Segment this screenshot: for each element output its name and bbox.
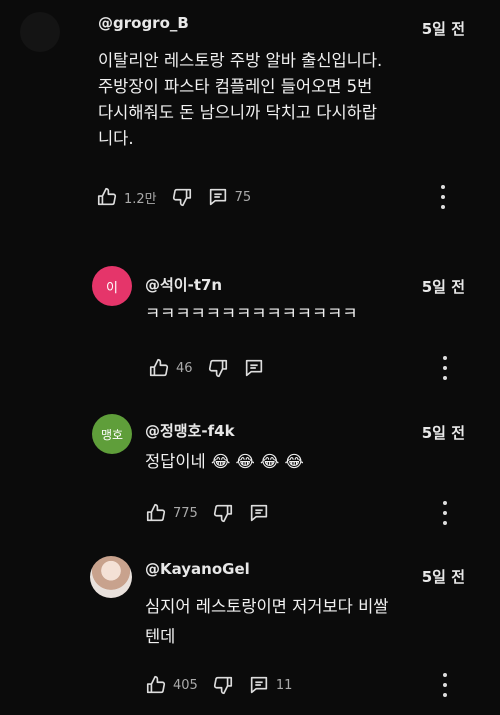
reply-icon — [245, 359, 262, 377]
thumbs-down-icon — [213, 504, 232, 523]
reply-icon — [209, 188, 226, 206]
thumbs-up-icon — [97, 187, 117, 206]
comment-time: 5일 전 — [421, 20, 465, 38]
like-count: 46 — [176, 360, 193, 376]
like-count: 775 — [173, 505, 198, 521]
comment-text: 심지어 레스토랑이면 저거보다 비쌀 텐데 — [145, 597, 389, 646]
like-button[interactable]: 775 — [145, 502, 198, 524]
thumbs-up-icon — [149, 358, 169, 377]
avatar-initials: 맹호 — [100, 427, 124, 442]
thumbs-down-icon — [172, 188, 191, 207]
comment-actions: 405 11 — [145, 671, 306, 699]
more-options-icon[interactable] — [442, 356, 448, 380]
dislike-button[interactable] — [212, 674, 234, 696]
comment-time: 5일 전 — [421, 424, 465, 442]
avatar[interactable]: 맹호 — [92, 414, 132, 454]
avatar[interactable]: 이 — [92, 266, 132, 306]
reply-button[interactable] — [248, 502, 270, 524]
reply-count: 75 — [234, 189, 252, 205]
like-count: 1.2만 — [124, 191, 157, 207]
comment-author[interactable]: @정맹호-f4k — [145, 420, 235, 441]
comment-actions: 1.2만 75 — [96, 183, 265, 211]
reply-count: 11 — [275, 677, 293, 693]
comment-actions: 46 — [148, 354, 279, 382]
comment-4: @KayanoGel 5일 전 심지어 레스토랑이면 저거보다 비쌀 텐데 40… — [0, 550, 500, 715]
comment-time: 5일 전 — [421, 278, 465, 296]
comment-author[interactable]: @KayanoGel — [145, 560, 250, 578]
reply-button[interactable]: 75 — [207, 186, 252, 208]
reply-icon — [250, 676, 267, 694]
more-options-icon[interactable] — [440, 185, 446, 209]
dislike-button[interactable] — [207, 357, 229, 379]
like-count: 405 — [173, 677, 198, 693]
dislike-button[interactable] — [212, 502, 234, 524]
comment-time: 5일 전 — [421, 568, 465, 586]
comment-text: 이탈리안 레스토랑 주방 알바 출신입니다. 주방장이 파스타 컴플레인 들어오… — [98, 51, 383, 148]
thumbs-up-icon — [146, 675, 166, 694]
comment-author[interactable]: @석이-t7n — [145, 274, 222, 295]
more-options-icon[interactable] — [442, 673, 448, 697]
avatar[interactable] — [20, 12, 60, 52]
reply-icon — [250, 504, 267, 522]
comment-2: 이 @석이-t7n 5일 전 ㅋㅋㅋㅋㅋㅋㅋㅋㅋㅋㅋㅋㅋㅋ 46 — [0, 258, 500, 388]
like-button[interactable]: 405 — [145, 674, 198, 696]
comment-actions: 775 — [145, 499, 284, 527]
more-options-icon[interactable] — [442, 501, 448, 525]
avatar[interactable] — [90, 556, 132, 598]
reply-button[interactable] — [243, 357, 265, 379]
comment-1: @grogro_B 5일 전 이탈리안 레스토랑 주방 알바 출신입니다. 주방… — [0, 0, 500, 225]
comment-text: ㅋㅋㅋㅋㅋㅋㅋㅋㅋㅋㅋㅋㅋㅋ — [145, 304, 358, 323]
like-button[interactable]: 46 — [148, 357, 193, 379]
comment-author[interactable]: @grogro_B — [98, 14, 189, 32]
comment-text: 정답이네 😂 😂 😂 😂 — [145, 452, 304, 471]
thumbs-up-icon — [146, 503, 166, 522]
comment-3: 맹호 @정맹호-f4k 5일 전 정답이네 😂 😂 😂 😂 775 — [0, 404, 500, 539]
dislike-button[interactable] — [171, 186, 193, 208]
like-button[interactable]: 1.2만 — [96, 186, 157, 208]
thumbs-down-icon — [208, 359, 227, 378]
reply-button[interactable]: 11 — [248, 674, 293, 696]
thumbs-down-icon — [213, 676, 232, 695]
avatar-initials: 이 — [106, 280, 118, 296]
